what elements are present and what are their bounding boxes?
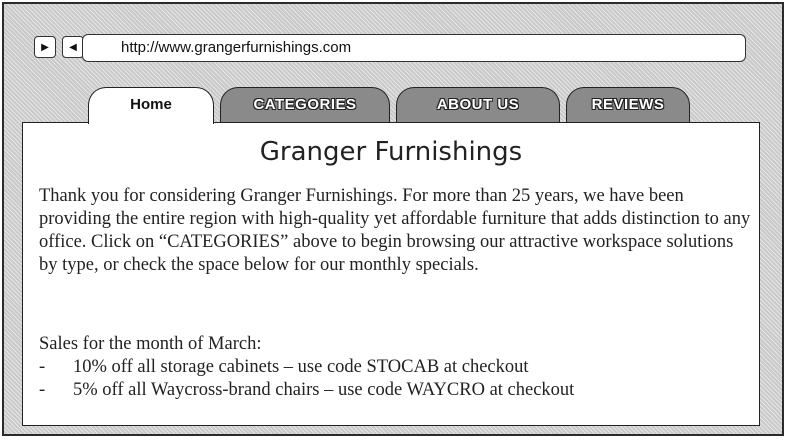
play-right-icon: ▶ xyxy=(41,41,49,53)
tab-about-us[interactable]: ABOUT US xyxy=(396,87,560,123)
tab-label: Home xyxy=(130,96,172,113)
sale-text: 5% off all Waycross-brand chairs – use c… xyxy=(73,380,575,400)
tab-label: REVIEWS xyxy=(591,96,665,113)
list-dash: - xyxy=(39,380,46,400)
sale-text: 10% off all storage cabinets – use code … xyxy=(73,357,529,377)
tab-home[interactable]: Home xyxy=(88,87,214,124)
forward-button[interactable]: ▶ xyxy=(34,36,56,58)
tab-reviews[interactable]: REVIEWS xyxy=(566,87,690,123)
page-title: Granger Furnishings xyxy=(259,137,523,167)
back-button[interactable]: ◀ xyxy=(62,36,84,58)
tab-label: CATEGORIES xyxy=(253,96,357,113)
list-item: - 10% off all storage cabinets – use cod… xyxy=(39,356,574,379)
play-left-icon: ◀ xyxy=(69,41,77,53)
intro-paragraph: Thank you for considering Granger Furnis… xyxy=(39,186,751,275)
address-bar[interactable]: http://www.grangerfurnishings.com xyxy=(82,34,746,62)
url-text: http://www.grangerfurnishings.com xyxy=(121,39,352,56)
list-dash: - xyxy=(39,357,46,377)
sales-list: - 10% off all storage cabinets – use cod… xyxy=(39,356,574,402)
list-item: - 5% off all Waycross-brand chairs – use… xyxy=(39,379,574,402)
tab-categories[interactable]: CATEGORIES xyxy=(220,87,390,123)
tab-label: ABOUT US xyxy=(436,96,520,113)
page-content: Granger Furnishings Thank you for consid… xyxy=(22,122,760,426)
browser-window: ▶ ◀ http://www.grangerfurnishings.com Ho… xyxy=(2,2,784,436)
sales-heading: Sales for the month of March: xyxy=(39,334,262,354)
